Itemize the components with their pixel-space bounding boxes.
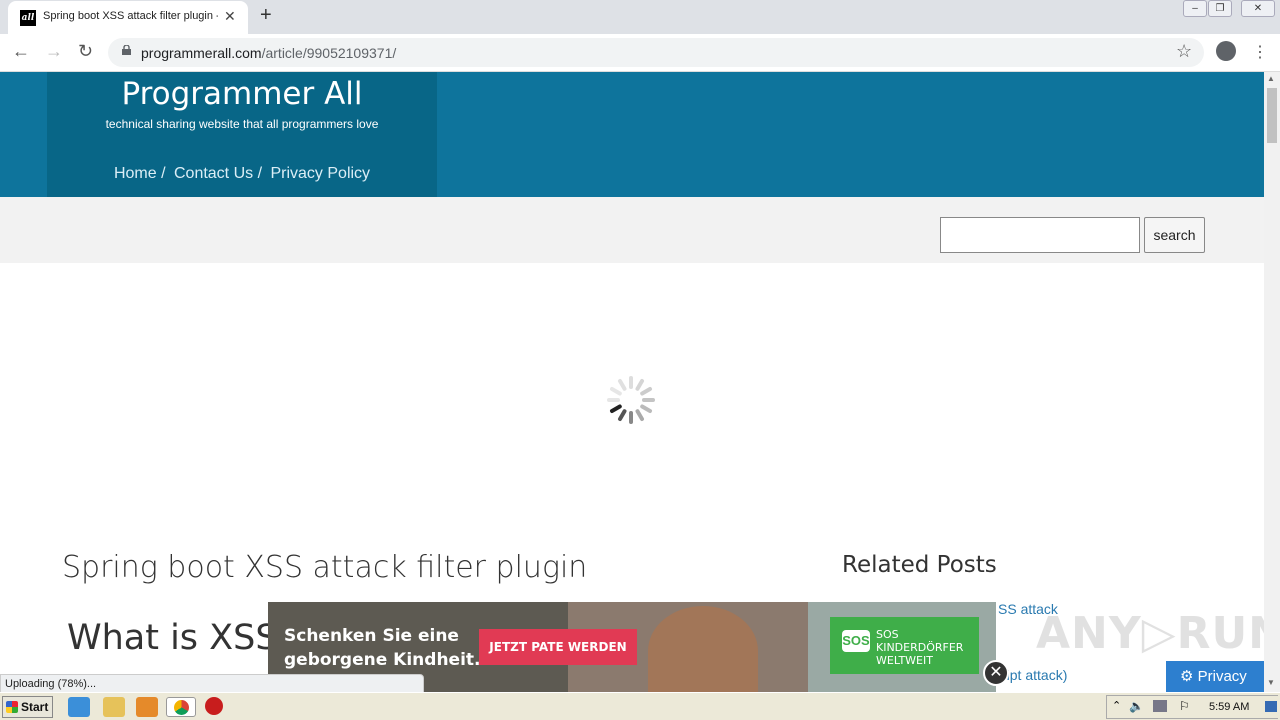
scroll-up-icon[interactable]: ▲ — [1267, 74, 1275, 83]
internet-explorer-icon[interactable] — [68, 697, 90, 717]
media-player-icon[interactable] — [136, 697, 158, 717]
minimize-icon[interactable]: – — [1183, 0, 1207, 17]
clock: 5:59 AM — [1209, 701, 1250, 713]
forward-arrow-icon[interactable]: → — [45, 41, 63, 62]
site-title[interactable]: Programmer All — [47, 76, 437, 112]
ad-headline: Schenken Sie eine geborgene Kindheit. — [284, 624, 481, 672]
tab-title: Spring boot XSS attack filter plugin - — [43, 10, 218, 22]
ad-cta-button[interactable]: JETZT PATE WERDEN — [479, 629, 637, 665]
sos-logo-icon: SOS — [842, 630, 870, 652]
site-favicon-icon: all — [20, 10, 36, 26]
ad-logo-line: WELTWEIT — [876, 654, 933, 667]
browser-toolbar: ← → ↻ programmerall.com/article/99052109… — [0, 34, 1280, 72]
page-viewport: Programmer All technical sharing website… — [0, 72, 1264, 692]
chrome-icon[interactable] — [166, 697, 196, 717]
alert-icon[interactable] — [205, 697, 223, 715]
ad-close-icon[interactable]: ✕ — [983, 660, 1009, 686]
ad-headline-line: Schenken Sie eine — [284, 626, 459, 646]
tray-expand-icon[interactable]: ⌃ — [1112, 699, 1121, 712]
search-button[interactable]: search — [1144, 217, 1205, 253]
ad-sos-logo: SOS SOS KINDERDÖRFER WELTWEIT — [830, 617, 979, 674]
flag-icon[interactable]: ⚐ — [1179, 699, 1190, 713]
start-label: Start — [21, 700, 49, 714]
search-input[interactable] — [940, 217, 1140, 253]
browser-tab[interactable]: all Spring boot XSS attack filter plugin… — [8, 1, 248, 34]
restore-icon[interactable]: ❐ — [1208, 0, 1232, 17]
url-path: /article/99052109371/ — [261, 45, 397, 61]
nav-contact-link[interactable]: Contact Us / — [174, 165, 262, 182]
tab-close-icon[interactable]: ✕ — [224, 8, 236, 25]
ad-logo-line: KINDERDÖRFER — [876, 641, 964, 654]
scroll-thumb[interactable] — [1267, 88, 1277, 143]
window-controls: – ❐ ✕ — [1183, 0, 1275, 18]
ad-logo-line: SOS — [876, 628, 899, 641]
article-title: Spring boot XSS attack filter plugin — [62, 550, 588, 585]
brand-box: Programmer All technical sharing website… — [47, 72, 437, 197]
site-header: Programmer All technical sharing website… — [0, 72, 1264, 197]
lock-icon — [122, 45, 131, 55]
search-bar-section: search — [0, 197, 1264, 263]
status-bubble: Uploading (78%)... — [0, 674, 424, 692]
url-text: programmerall.com/article/99052109371/ — [141, 45, 396, 61]
bookmark-star-icon[interactable]: ☆ — [1176, 41, 1192, 62]
chrome-logo — [174, 700, 189, 715]
volume-icon[interactable]: 🔈 — [1129, 699, 1144, 713]
windows-logo-icon — [6, 701, 18, 713]
new-tab-icon[interactable]: + — [260, 4, 272, 27]
back-arrow-icon[interactable]: ← — [12, 41, 30, 62]
privacy-button-label: Privacy — [1197, 668, 1247, 685]
site-tagline: technical sharing website that all progr… — [105, 117, 379, 131]
section-heading: What is XSS? — [67, 618, 297, 658]
page-scrollbar[interactable]: ▲ ▼ — [1264, 72, 1280, 692]
tab-strip: all Spring boot XSS attack filter plugin… — [0, 0, 1280, 34]
profile-icon[interactable] — [1216, 41, 1236, 61]
reload-icon[interactable]: ↻ — [78, 41, 93, 62]
address-bar[interactable]: programmerall.com/article/99052109371/ ☆ — [108, 38, 1204, 67]
start-button[interactable]: Start — [2, 696, 53, 718]
show-desktop-icon[interactable] — [1265, 701, 1277, 712]
nav-privacy-link[interactable]: Privacy Policy — [270, 165, 370, 182]
folder-icon[interactable] — [103, 697, 125, 717]
taskbar: Start ⌃ 🔈 ⚐ 5:59 AM — [0, 692, 1280, 720]
ad-headline-line: geborgene Kindheit. — [284, 650, 481, 670]
url-host: programmerall.com — [141, 45, 262, 61]
anyrun-watermark: ANY▷RUN — [1036, 608, 1264, 659]
system-tray: ⌃ 🔈 ⚐ 5:59 AM — [1106, 695, 1278, 719]
ad-child-photo — [648, 606, 758, 692]
site-nav: Home / Contact Us / Privacy Policy — [47, 165, 437, 183]
privacy-button[interactable]: ⚙ Privacy — [1166, 661, 1264, 692]
close-window-icon[interactable]: ✕ — [1241, 0, 1275, 17]
related-posts-heading: Related Posts — [842, 552, 997, 578]
loading-spinner-icon — [607, 376, 655, 424]
network-icon[interactable] — [1153, 700, 1167, 712]
browser-menu-icon[interactable]: ⋮ — [1252, 42, 1268, 62]
scroll-down-icon[interactable]: ▼ — [1267, 678, 1275, 687]
ad-logo-text: SOS KINDERDÖRFER WELTWEIT — [876, 628, 963, 667]
nav-home-link[interactable]: Home / — [114, 165, 166, 182]
gear-icon: ⚙ — [1180, 668, 1198, 685]
